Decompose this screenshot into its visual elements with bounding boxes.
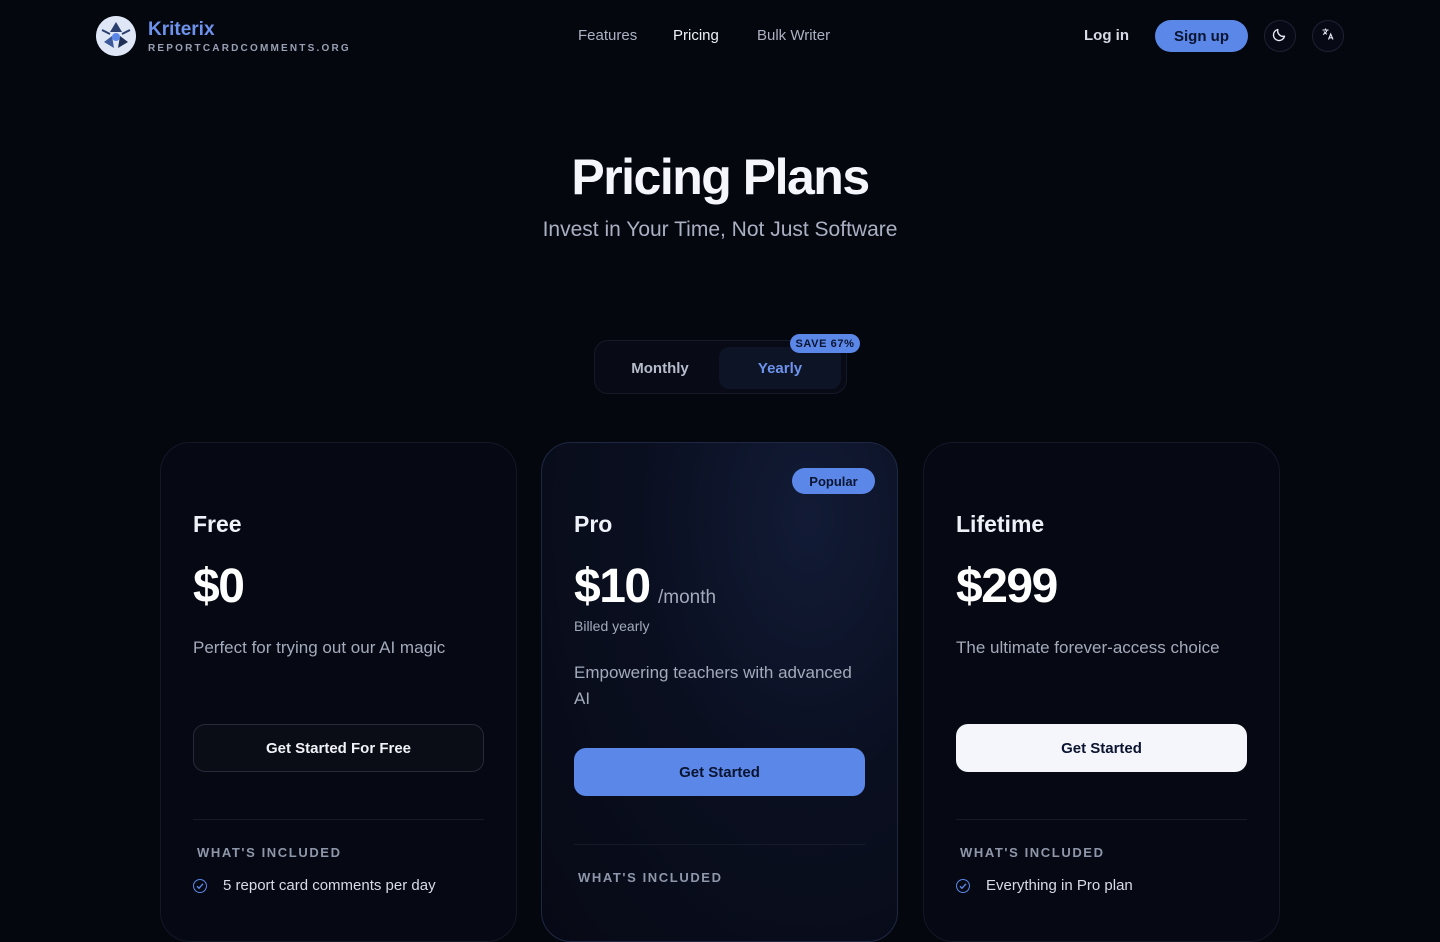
included-label: WHAT'S INCLUDED	[960, 845, 1105, 860]
feature-text: 5 report card comments per day	[223, 877, 436, 894]
nav-pricing[interactable]: Pricing	[673, 27, 719, 44]
billing-note: Billed yearly	[574, 618, 650, 634]
page-subtitle: Invest in Your Time, Not Just Software	[542, 218, 898, 241]
plan-name: Lifetime	[956, 511, 1045, 537]
check-circle-icon	[956, 878, 970, 893]
language-button[interactable]	[1312, 20, 1344, 52]
plan-price: $10	[574, 560, 651, 613]
included-label: WHAT'S INCLUDED	[578, 870, 723, 885]
plan-description: Empowering teachers with advanced AI	[574, 663, 852, 708]
nav-bulk-writer[interactable]: Bulk Writer	[757, 27, 830, 44]
plan-name: Pro	[574, 511, 613, 537]
included-label: WHAT'S INCLUDED	[197, 845, 342, 860]
page-title: Pricing Plans	[571, 149, 870, 205]
plan-card-free: Free $0 Perfect for trying out our AI ma…	[160, 442, 517, 942]
get-started-free-button[interactable]: Get Started For Free	[193, 724, 484, 772]
plan-card-pro: Popular Pro $10 /month Billed yearly Emp…	[541, 442, 898, 942]
theme-toggle-button[interactable]	[1264, 20, 1296, 52]
divider	[956, 819, 1247, 820]
nav-features[interactable]: Features	[578, 27, 637, 44]
plan-description: The ultimate forever-access choice	[956, 638, 1220, 657]
check-circle-icon	[193, 878, 207, 893]
save-badge: SAVE 67%	[790, 334, 860, 353]
signup-button[interactable]: Sign up	[1155, 20, 1248, 52]
brand-link[interactable]: Kriterix REPORTCARDCOMMENTS.ORG	[96, 16, 351, 56]
brand-name: Kriterix	[148, 18, 215, 40]
plan-price: $299	[956, 560, 1058, 613]
brand-subtitle: REPORTCARDCOMMENTS.ORG	[148, 42, 351, 54]
plan-period: /month	[658, 587, 717, 608]
kriterix-logo-icon	[96, 16, 136, 56]
plan-price: $0	[193, 560, 245, 613]
feature-item: 5 report card comments per day	[193, 877, 436, 894]
plan-description: Perfect for trying out our AI magic	[193, 638, 446, 657]
feature-item: Everything in Pro plan	[956, 877, 1133, 894]
plan-name: Free	[193, 511, 242, 537]
site-header: Kriterix REPORTCARDCOMMENTS.ORG Features…	[0, 0, 1440, 72]
popular-badge: Popular	[792, 468, 875, 494]
billing-option-yearly[interactable]: Yearly	[719, 347, 841, 389]
plan-card-lifetime: Lifetime $299 The ultimate forever-acces…	[923, 442, 1280, 942]
divider	[574, 844, 865, 845]
translate-icon	[1321, 27, 1335, 46]
billing-option-monthly[interactable]: Monthly	[599, 347, 721, 389]
login-link[interactable]: Log in	[1084, 27, 1129, 44]
moon-icon	[1272, 26, 1288, 47]
get-started-pro-button[interactable]: Get Started	[574, 748, 865, 796]
get-started-lifetime-button[interactable]: Get Started	[956, 724, 1247, 772]
divider	[193, 819, 484, 820]
feature-text: Everything in Pro plan	[986, 877, 1133, 894]
